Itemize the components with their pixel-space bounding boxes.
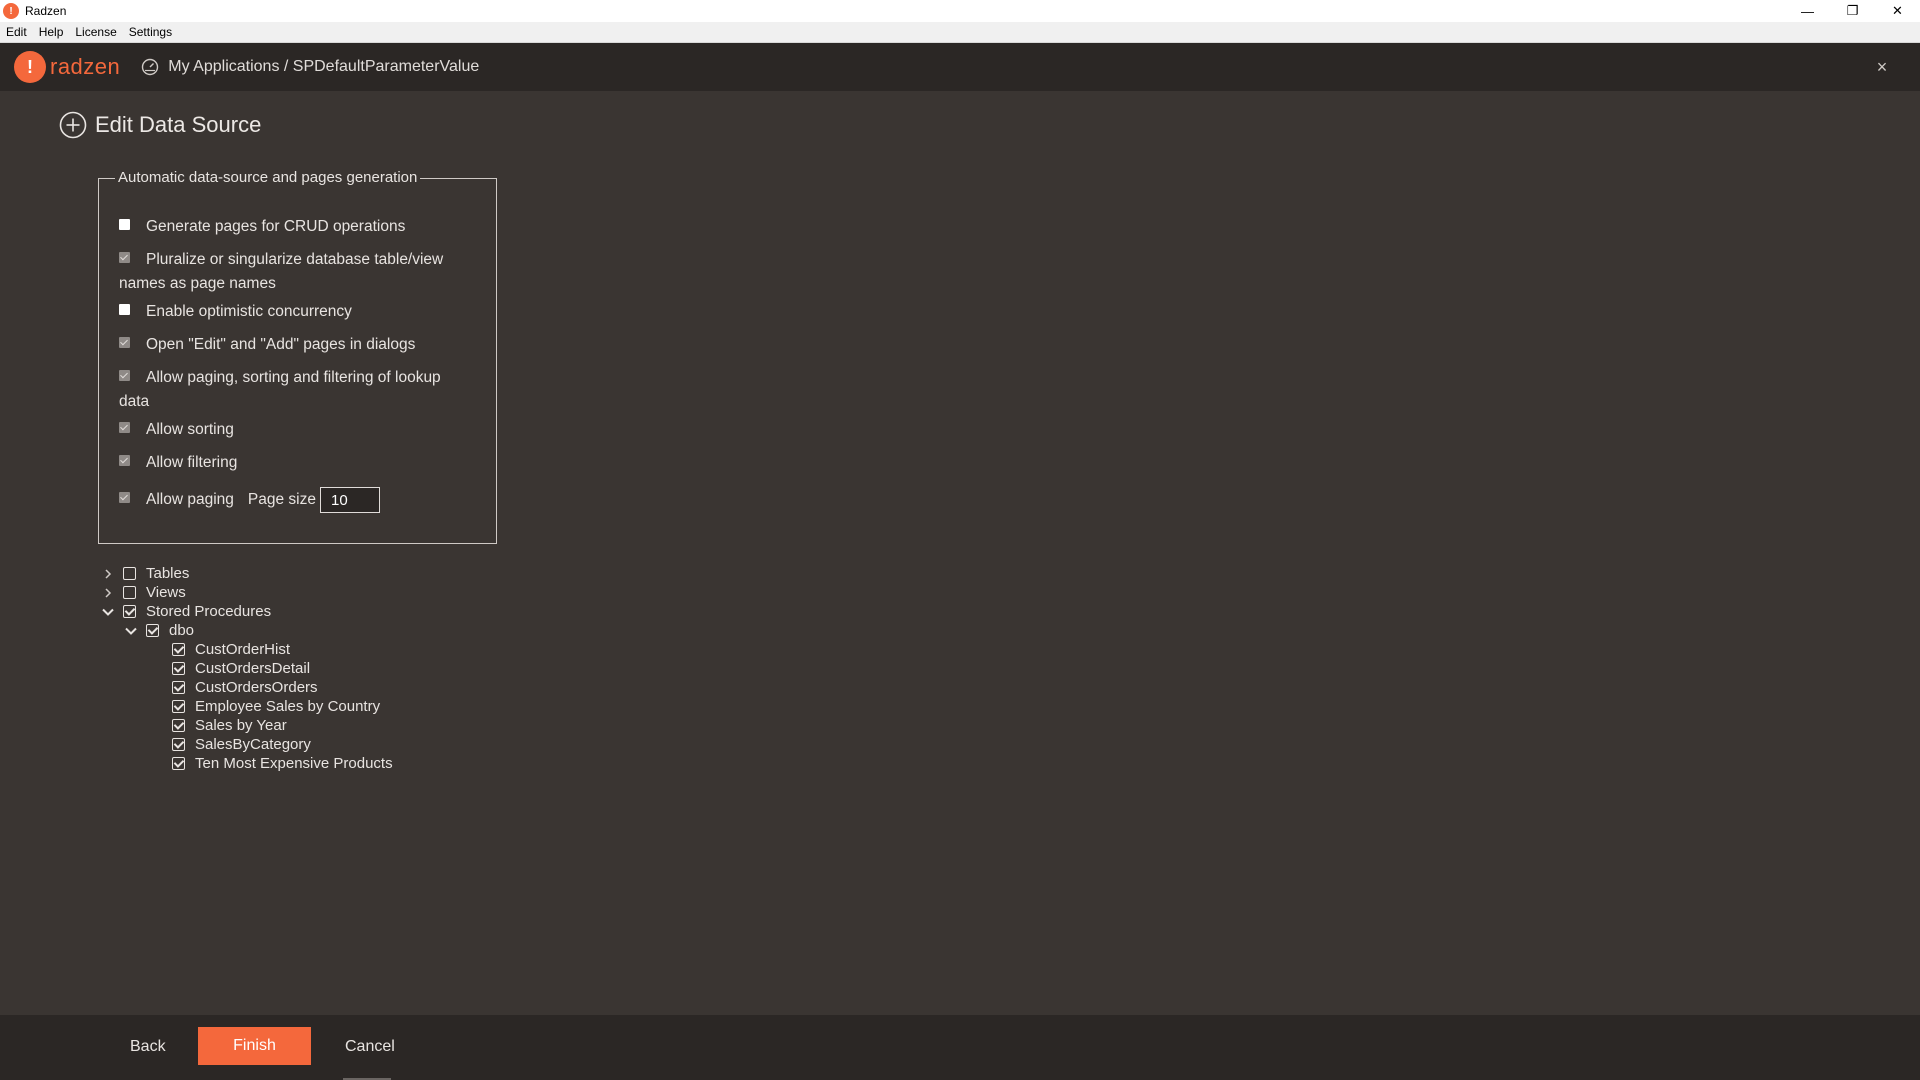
tree-label: Employee Sales by Country	[195, 698, 381, 715]
option-label: Allow paging	[146, 491, 234, 509]
chevron-right-icon[interactable]	[101, 586, 115, 600]
page-title-container: Edit Data Source	[59, 111, 261, 139]
tree-leaf-procedure[interactable]: CustOrderHist	[172, 640, 290, 659]
option-label: Pluralize or singularize database table/…	[119, 251, 444, 292]
tree-label: Stored Procedures	[146, 603, 272, 620]
add-circle-icon	[59, 111, 87, 139]
checkbox-procedure[interactable]	[172, 643, 185, 656]
close-editor-icon[interactable]: ×	[1872, 57, 1892, 77]
checkbox-generate-crud[interactable]	[119, 219, 130, 230]
menu-bar: Edit Help License Settings	[0, 22, 1920, 43]
cancel-button[interactable]: Cancel	[345, 1035, 395, 1059]
checkbox-dbo[interactable]	[146, 624, 159, 637]
option-allow-sorting[interactable]: Allow sorting	[119, 418, 469, 442]
tree-label: dbo	[169, 622, 195, 639]
window-title: Radzen	[25, 4, 67, 18]
radzen-logo-icon: !	[14, 51, 46, 83]
back-button[interactable]: Back	[130, 1035, 166, 1059]
tree-leaf-procedure[interactable]: SalesByCategory	[172, 735, 311, 754]
minimize-icon[interactable]: —	[1785, 0, 1830, 22]
option-lookup-data[interactable]: Allow paging, sorting and filtering of l…	[119, 366, 469, 414]
radzen-logo[interactable]: ! radzen	[14, 51, 120, 83]
checkbox-procedure[interactable]	[172, 681, 185, 694]
option-label: Enable optimistic concurrency	[146, 303, 352, 320]
checkbox-lookup-data[interactable]	[119, 370, 130, 381]
tree-node-stored-procedures[interactable]: Stored Procedures	[101, 602, 271, 621]
tree-leaf-procedure[interactable]: CustOrdersOrders	[172, 678, 318, 697]
checkbox-procedure[interactable]	[172, 662, 185, 675]
chevron-down-icon[interactable]	[101, 605, 115, 619]
checkbox-optimistic-concurrency[interactable]	[119, 304, 130, 315]
option-dialogs[interactable]: Open "Edit" and "Add" pages in dialogs	[119, 333, 469, 357]
option-label: Open "Edit" and "Add" pages in dialogs	[146, 336, 416, 353]
checkbox-procedure[interactable]	[172, 738, 185, 751]
close-icon[interactable]: ✕	[1875, 0, 1920, 22]
checkbox-pluralize[interactable]	[119, 252, 130, 263]
checkbox-tables[interactable]	[123, 567, 136, 580]
restore-icon[interactable]: ❐	[1830, 0, 1875, 22]
menu-help[interactable]: Help	[33, 25, 70, 39]
generation-options-fieldset: Automatic data-source and pages generati…	[98, 169, 497, 544]
tree-label: Ten Most Expensive Products	[195, 755, 393, 772]
option-optimistic-concurrency[interactable]: Enable optimistic concurrency	[119, 300, 469, 324]
tree-leaf-procedure[interactable]: Sales by Year	[172, 716, 287, 735]
tree-label: SalesByCategory	[195, 736, 311, 753]
tree-node-dbo[interactable]: dbo	[124, 621, 194, 640]
menu-license[interactable]: License	[69, 25, 122, 39]
tree-label: CustOrdersDetail	[195, 660, 311, 677]
menu-edit[interactable]: Edit	[0, 25, 33, 39]
fieldset-legend: Automatic data-source and pages generati…	[115, 169, 421, 186]
wizard-footer: Back Finish Cancel	[0, 1015, 1920, 1080]
tree-node-tables[interactable]: Tables	[101, 564, 189, 583]
checkbox-procedure[interactable]	[172, 719, 185, 732]
radzen-app-icon: !	[3, 3, 19, 19]
checkbox-allow-sorting[interactable]	[119, 422, 130, 433]
checkbox-views[interactable]	[123, 586, 136, 599]
checkbox-stored-procedures[interactable]	[123, 605, 136, 618]
tree-label: Views	[146, 584, 186, 601]
app-header: ! radzen My Applications / SPDefaultPara…	[0, 43, 1920, 91]
breadcrumb[interactable]: My Applications / SPDefaultParameterValu…	[168, 58, 479, 76]
tree-leaf-procedure[interactable]: Employee Sales by Country	[172, 697, 380, 716]
option-pluralize[interactable]: Pluralize or singularize database table/…	[119, 248, 469, 296]
tree-leaf-procedure[interactable]: CustOrdersDetail	[172, 659, 310, 678]
option-allow-filtering[interactable]: Allow filtering	[119, 451, 469, 475]
option-label: Allow paging, sorting and filtering of l…	[119, 369, 441, 410]
option-allow-paging[interactable]: Allow paging Page size	[119, 487, 469, 513]
tree-node-views[interactable]: Views	[101, 583, 186, 602]
tree-label: Sales by Year	[195, 717, 287, 734]
window-controls: — ❐ ✕	[1785, 0, 1920, 22]
option-label: Generate pages for CRUD operations	[146, 218, 406, 235]
tree-leaf-procedure[interactable]: Ten Most Expensive Products	[172, 754, 393, 773]
option-generate-crud[interactable]: Generate pages for CRUD operations	[119, 215, 469, 239]
chevron-down-icon[interactable]	[124, 624, 138, 638]
radzen-logo-text: radzen	[50, 54, 121, 79]
menu-settings[interactable]: Settings	[123, 25, 178, 39]
page-size-label: Page size	[247, 491, 316, 509]
page-size-input[interactable]	[319, 487, 380, 513]
tree-label: Tables	[146, 565, 190, 582]
checkbox-allow-paging[interactable]	[119, 492, 130, 504]
chevron-right-icon[interactable]	[101, 567, 115, 581]
checkbox-procedure[interactable]	[172, 757, 185, 770]
tree-label: CustOrderHist	[195, 641, 291, 658]
option-label: Allow filtering	[146, 454, 238, 471]
checkbox-procedure[interactable]	[172, 700, 185, 713]
checkbox-dialogs[interactable]	[119, 337, 130, 348]
finish-button[interactable]: Finish	[198, 1027, 311, 1065]
checkbox-allow-filtering[interactable]	[119, 455, 130, 466]
dashboard-gauge-icon[interactable]	[140, 57, 160, 77]
tree-label: CustOrdersOrders	[195, 679, 318, 696]
window-titlebar: ! Radzen — ❐ ✕	[0, 0, 1920, 22]
page-title: Edit Data Source	[95, 112, 262, 137]
option-label: Allow sorting	[146, 421, 234, 438]
